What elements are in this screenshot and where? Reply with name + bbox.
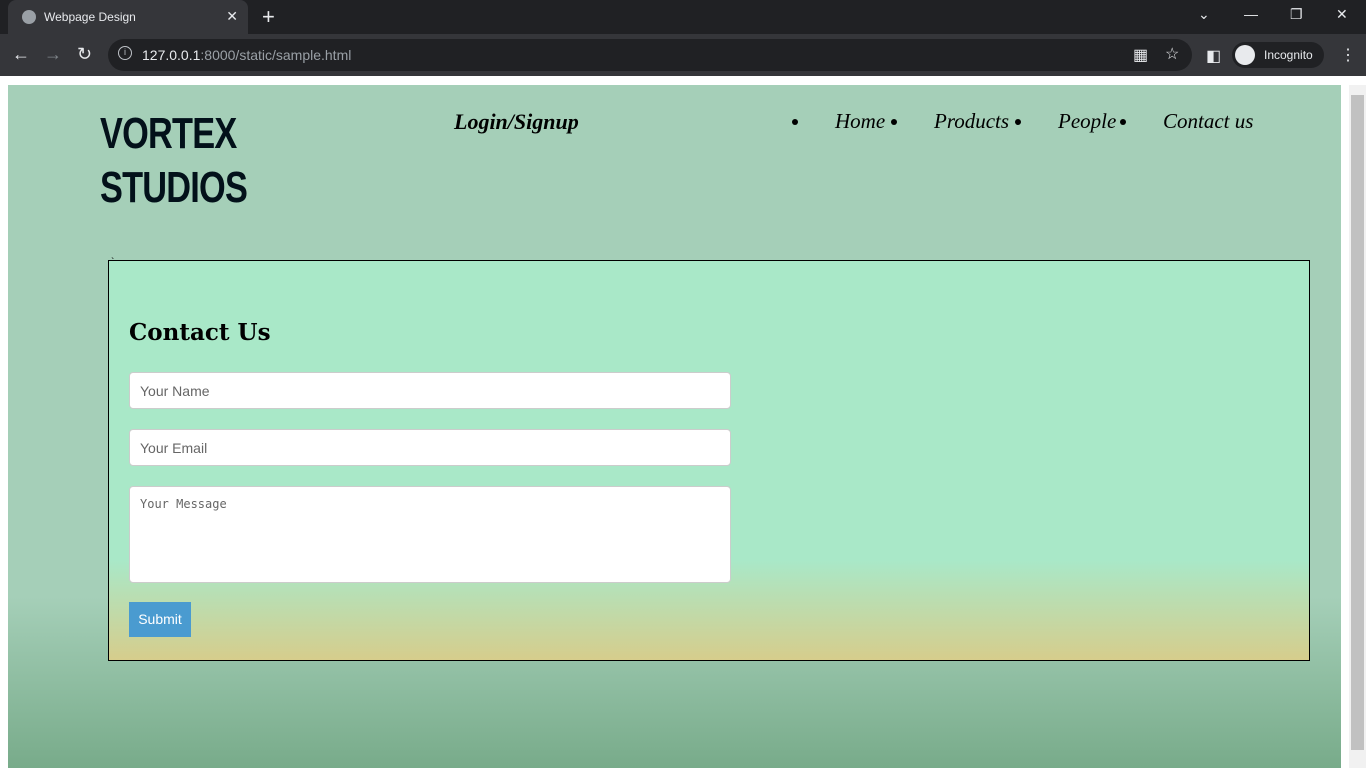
menu-icon[interactable]: ⋮ bbox=[1340, 45, 1356, 65]
page: VORTEX STUDIOS Login/Signup Home Products… bbox=[8, 85, 1341, 768]
contact-title: Contact Us bbox=[129, 319, 271, 346]
nav-bullet bbox=[891, 119, 897, 125]
nav-products[interactable]: Products bbox=[934, 109, 1009, 134]
bookmark-star-icon[interactable]: ☆ bbox=[1165, 44, 1179, 64]
name-input[interactable]: Your Name bbox=[129, 372, 731, 409]
message-textarea[interactable]: Your Message bbox=[129, 486, 731, 583]
browser-toolbar: ← → ↻ i 127.0.0.1:8000/static/sample.htm… bbox=[0, 34, 1366, 76]
submit-button[interactable]: Submit bbox=[129, 602, 191, 637]
back-icon[interactable]: ← bbox=[12, 44, 30, 65]
scrollbar[interactable] bbox=[1349, 85, 1366, 768]
scrollbar-thumb[interactable] bbox=[1351, 95, 1364, 750]
nav-contact[interactable]: Contact us bbox=[1163, 109, 1253, 134]
browser-tab[interactable]: Webpage Design ✕ bbox=[8, 0, 248, 34]
contact-form: ` Contact Us Your Name Your Email Your M… bbox=[108, 257, 1310, 661]
info-icon[interactable]: i bbox=[118, 46, 132, 60]
address-bar[interactable]: i 127.0.0.1:8000/static/sample.html ▦ ☆ bbox=[108, 39, 1192, 71]
incognito-badge[interactable]: Incognito bbox=[1232, 42, 1324, 68]
email-input[interactable]: Your Email bbox=[129, 429, 731, 466]
forward-icon[interactable]: → bbox=[44, 44, 62, 65]
qr-icon[interactable]: ▦ bbox=[1133, 45, 1148, 65]
restore-icon[interactable]: ❐ bbox=[1290, 6, 1303, 23]
url-host: 127.0.0.1 bbox=[142, 47, 201, 63]
login-signup-link[interactable]: Login/Signup bbox=[454, 109, 579, 135]
nav-bullet bbox=[1015, 119, 1021, 125]
new-tab-icon[interactable]: + bbox=[262, 4, 275, 30]
incognito-icon bbox=[1235, 45, 1255, 65]
nav-home[interactable]: Home bbox=[835, 109, 885, 134]
nav-bullet bbox=[1120, 119, 1126, 125]
logo-line-2: STUDIOS bbox=[100, 163, 248, 212]
logo-line-1: VORTEX bbox=[100, 109, 237, 158]
tab-title: Webpage Design bbox=[44, 10, 136, 24]
tab-bar: Webpage Design ✕ + ⌄ — ❐ ✕ bbox=[0, 0, 1366, 34]
stray-mark: ` bbox=[111, 257, 115, 268]
globe-icon bbox=[22, 10, 36, 24]
reload-icon[interactable]: ↻ bbox=[77, 44, 92, 65]
close-tab-icon[interactable]: ✕ bbox=[226, 8, 238, 25]
window-close-icon[interactable]: ✕ bbox=[1336, 6, 1348, 23]
nav-bullet bbox=[792, 119, 798, 125]
side-panel-icon[interactable]: ◧ bbox=[1206, 46, 1221, 66]
minimize-icon[interactable]: — bbox=[1244, 6, 1258, 22]
logo: VORTEX STUDIOS bbox=[100, 107, 248, 215]
tab-search-icon[interactable]: ⌄ bbox=[1198, 6, 1210, 23]
url-path: :8000/static/sample.html bbox=[200, 47, 352, 63]
profile-label: Incognito bbox=[1264, 48, 1313, 62]
nav-people[interactable]: People bbox=[1058, 109, 1116, 134]
